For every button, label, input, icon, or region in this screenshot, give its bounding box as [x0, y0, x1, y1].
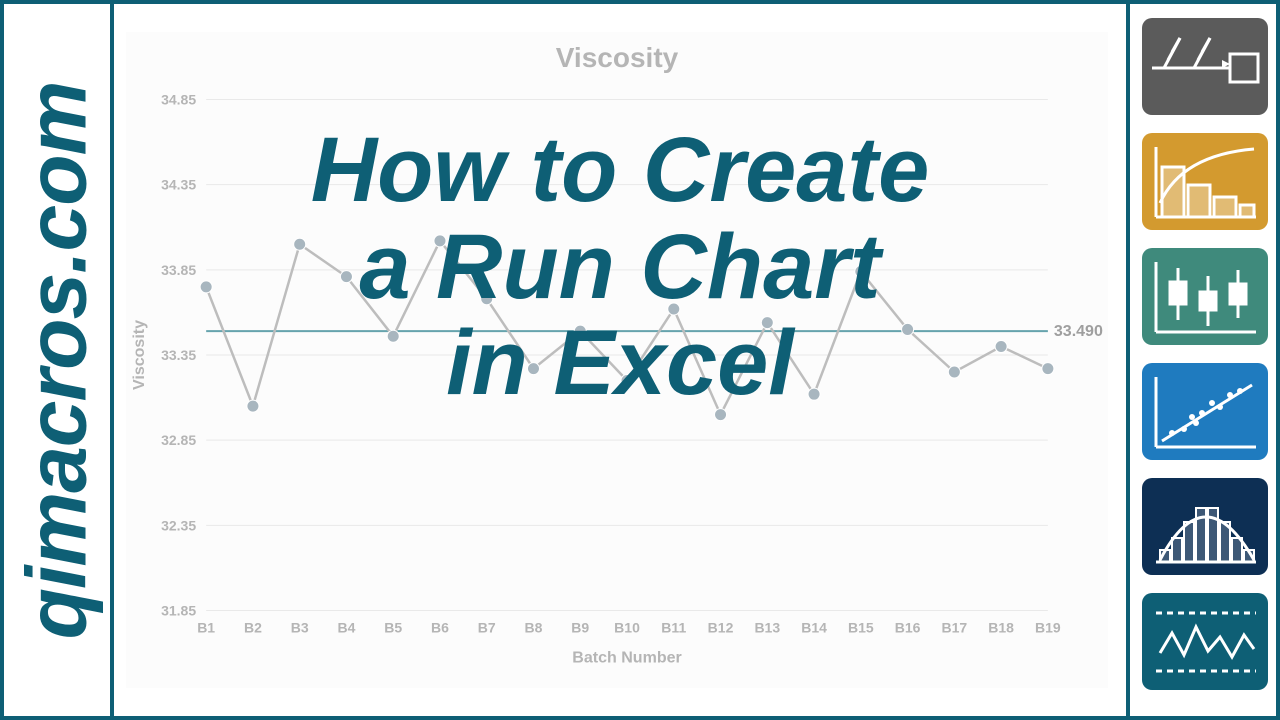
svg-text:B13: B13	[754, 620, 780, 636]
fishbone-icon	[1142, 18, 1268, 115]
svg-text:Viscosity: Viscosity	[130, 320, 148, 390]
left-brand-rail: qimacros.com	[4, 4, 114, 716]
svg-text:B5: B5	[384, 620, 402, 636]
scatter-icon	[1142, 363, 1268, 460]
svg-text:B6: B6	[431, 620, 449, 636]
svg-text:B19: B19	[1035, 620, 1061, 636]
svg-text:B1: B1	[197, 620, 215, 636]
svg-text:B14: B14	[801, 620, 827, 636]
svg-text:B2: B2	[244, 620, 262, 636]
svg-text:31.85: 31.85	[161, 603, 196, 619]
svg-text:Batch Number: Batch Number	[572, 649, 681, 667]
svg-text:B12: B12	[708, 620, 734, 636]
svg-text:33.490: 33.490	[1054, 322, 1103, 340]
svg-text:33.35: 33.35	[161, 347, 196, 363]
svg-text:B17: B17	[941, 620, 967, 636]
svg-text:34.35: 34.35	[161, 177, 196, 193]
svg-text:B16: B16	[895, 620, 921, 636]
svg-text:33.85: 33.85	[161, 262, 196, 278]
svg-text:B3: B3	[291, 620, 309, 636]
chart-pane: Viscosity 31.85 32.35 32.85 33.35 33.85 34.35…	[114, 4, 1126, 716]
svg-text:B11: B11	[661, 620, 686, 636]
brand-site-text: qimacros.com	[9, 81, 106, 639]
svg-text:B4: B4	[337, 620, 355, 636]
svg-text:34.85: 34.85	[161, 91, 196, 107]
svg-text:B9: B9	[571, 620, 589, 636]
app-frame: qimacros.com Viscosity 31.85 32.35 32.85 33…	[0, 0, 1280, 720]
run-chart-svg: 31.85 32.35 32.85 33.35 33.85 34.35 34.85 B1 B2 B…	[126, 32, 1108, 688]
right-icon-rail	[1126, 4, 1276, 716]
svg-text:B7: B7	[478, 620, 496, 636]
svg-text:32.35: 32.35	[161, 517, 196, 533]
svg-text:B8: B8	[525, 620, 543, 636]
svg-text:B15: B15	[848, 620, 874, 636]
chart-canvas: Viscosity 31.85 32.35 32.85 33.35 33.85 34.35…	[126, 32, 1108, 688]
svg-text:B10: B10	[614, 620, 640, 636]
pareto-icon	[1142, 133, 1268, 230]
svg-text:32.85: 32.85	[161, 432, 196, 448]
runchart-icon	[1142, 593, 1268, 690]
svg-text:B18: B18	[988, 620, 1014, 636]
boxplot-icon	[1142, 248, 1268, 345]
histogram-icon	[1142, 478, 1268, 575]
